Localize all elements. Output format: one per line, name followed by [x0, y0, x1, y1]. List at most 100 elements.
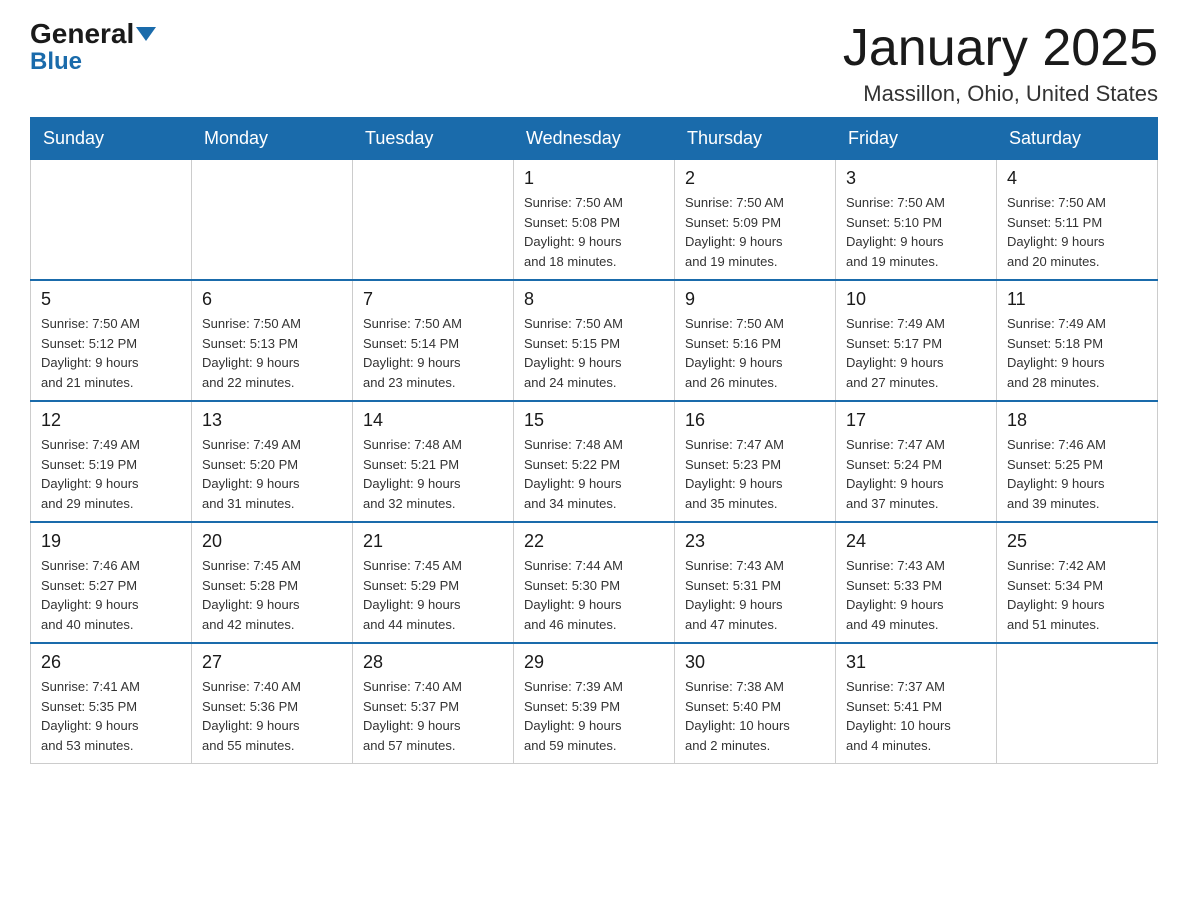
calendar-day-12: 12Sunrise: 7:49 AM Sunset: 5:19 PM Dayli…	[31, 401, 192, 522]
location: Massillon, Ohio, United States	[843, 81, 1158, 107]
calendar-table: SundayMondayTuesdayWednesdayThursdayFrid…	[30, 117, 1158, 764]
day-info: Sunrise: 7:50 AM Sunset: 5:09 PM Dayligh…	[685, 193, 825, 271]
calendar-day-23: 23 Sunrise: 7:43 AM Sunset: 5:31 PM Dayli…	[675, 522, 836, 643]
day-number: 28	[363, 652, 503, 673]
day-info: Sunrise: 7:50 AM Sunset: 5:12 PM Dayligh…	[41, 314, 181, 392]
calendar-empty-cell	[31, 160, 192, 281]
calendar-day-8: 8 Sunrise: 7:50 AM Sunset: 5:15 PM Daylig…	[514, 280, 675, 401]
calendar-day-7: 7 Sunrise: 7:50 AM Sunset: 5:14 PM Daylig…	[353, 280, 514, 401]
day-info: Sunrise: 7:45 AM Sunset: 5:28 PM Dayligh…	[202, 556, 342, 634]
day-number: 20	[202, 531, 342, 552]
day-number: 12	[41, 410, 181, 431]
calendar-header-sunday: Sunday	[31, 118, 192, 160]
day-number: 2	[685, 168, 825, 189]
day-info: Sunrise: 7:48 AM Sunset: 5:22 PM Dayligh…	[524, 435, 664, 513]
title-block: January 2025 Massillon, Ohio, United Sta…	[843, 20, 1158, 107]
day-info: Sunrise: 7:37 AM Sunset: 5:41 PM Dayligh…	[846, 677, 986, 755]
calendar-header-saturday: Saturday	[997, 118, 1158, 160]
calendar-day-16: 16Sunrise: 7:47 AM Sunset: 5:23 PM Dayli…	[675, 401, 836, 522]
day-number: 3	[846, 168, 986, 189]
day-number: 21	[363, 531, 503, 552]
day-number: 29	[524, 652, 664, 673]
day-number: 16	[685, 410, 825, 431]
day-number: 23	[685, 531, 825, 552]
day-number: 26	[41, 652, 181, 673]
day-info: Sunrise: 7:50 AM Sunset: 5:15 PM Dayligh…	[524, 314, 664, 392]
calendar-day-21: 21 Sunrise: 7:45 AM Sunset: 5:29 PM Dayli…	[353, 522, 514, 643]
calendar-day-19: 19 Sunrise: 7:46 AM Sunset: 5:27 PM Dayli…	[31, 522, 192, 643]
page-header: General Blue January 2025 Massillon, Ohi…	[30, 20, 1158, 107]
calendar-week-row: 12Sunrise: 7:49 AM Sunset: 5:19 PM Dayli…	[31, 401, 1158, 522]
day-info: Sunrise: 7:38 AM Sunset: 5:40 PM Dayligh…	[685, 677, 825, 755]
day-number: 22	[524, 531, 664, 552]
day-info: Sunrise: 7:50 AM Sunset: 5:14 PM Dayligh…	[363, 314, 503, 392]
calendar-day-10: 10 Sunrise: 7:49 AM Sunset: 5:17 PM Dayli…	[836, 280, 997, 401]
calendar-day-9: 9Sunrise: 7:50 AM Sunset: 5:16 PM Daylig…	[675, 280, 836, 401]
calendar-empty-cell	[192, 160, 353, 281]
calendar-header-tuesday: Tuesday	[353, 118, 514, 160]
calendar-day-13: 13 Sunrise: 7:49 AM Sunset: 5:20 PM Dayli…	[192, 401, 353, 522]
day-info: Sunrise: 7:49 AM Sunset: 5:20 PM Dayligh…	[202, 435, 342, 513]
day-number: 5	[41, 289, 181, 310]
day-number: 7	[363, 289, 503, 310]
day-number: 4	[1007, 168, 1147, 189]
day-number: 31	[846, 652, 986, 673]
calendar-day-1: 1 Sunrise: 7:50 AM Sunset: 5:08 PM Daylig…	[514, 160, 675, 281]
day-info: Sunrise: 7:49 AM Sunset: 5:17 PM Dayligh…	[846, 314, 986, 392]
calendar-day-15: 15 Sunrise: 7:48 AM Sunset: 5:22 PM Dayli…	[514, 401, 675, 522]
calendar-day-3: 3Sunrise: 7:50 AM Sunset: 5:10 PM Daylig…	[836, 160, 997, 281]
day-info: Sunrise: 7:50 AM Sunset: 5:11 PM Dayligh…	[1007, 193, 1147, 271]
calendar-empty-cell	[353, 160, 514, 281]
day-info: Sunrise: 7:44 AM Sunset: 5:30 PM Dayligh…	[524, 556, 664, 634]
day-info: Sunrise: 7:50 AM Sunset: 5:08 PM Dayligh…	[524, 193, 664, 271]
day-info: Sunrise: 7:47 AM Sunset: 5:24 PM Dayligh…	[846, 435, 986, 513]
calendar-day-20: 20 Sunrise: 7:45 AM Sunset: 5:28 PM Dayli…	[192, 522, 353, 643]
day-info: Sunrise: 7:45 AM Sunset: 5:29 PM Dayligh…	[363, 556, 503, 634]
day-number: 19	[41, 531, 181, 552]
calendar-header-wednesday: Wednesday	[514, 118, 675, 160]
day-number: 13	[202, 410, 342, 431]
calendar-day-6: 6 Sunrise: 7:50 AM Sunset: 5:13 PM Daylig…	[192, 280, 353, 401]
day-number: 30	[685, 652, 825, 673]
calendar-day-11: 11Sunrise: 7:49 AM Sunset: 5:18 PM Dayli…	[997, 280, 1158, 401]
day-info: Sunrise: 7:46 AM Sunset: 5:25 PM Dayligh…	[1007, 435, 1147, 513]
calendar-day-22: 22 Sunrise: 7:44 AM Sunset: 5:30 PM Dayli…	[514, 522, 675, 643]
day-info: Sunrise: 7:41 AM Sunset: 5:35 PM Dayligh…	[41, 677, 181, 755]
day-number: 15	[524, 410, 664, 431]
day-number: 25	[1007, 531, 1147, 552]
day-info: Sunrise: 7:39 AM Sunset: 5:39 PM Dayligh…	[524, 677, 664, 755]
day-number: 6	[202, 289, 342, 310]
calendar-header-friday: Friday	[836, 118, 997, 160]
calendar-empty-cell	[997, 643, 1158, 764]
day-number: 9	[685, 289, 825, 310]
calendar-day-2: 2 Sunrise: 7:50 AM Sunset: 5:09 PM Daylig…	[675, 160, 836, 281]
calendar-day-25: 25 Sunrise: 7:42 AM Sunset: 5:34 PM Dayli…	[997, 522, 1158, 643]
calendar-day-17: 17Sunrise: 7:47 AM Sunset: 5:24 PM Dayli…	[836, 401, 997, 522]
calendar-header-monday: Monday	[192, 118, 353, 160]
day-number: 10	[846, 289, 986, 310]
day-number: 24	[846, 531, 986, 552]
calendar-day-24: 24 Sunrise: 7:43 AM Sunset: 5:33 PM Dayli…	[836, 522, 997, 643]
day-info: Sunrise: 7:46 AM Sunset: 5:27 PM Dayligh…	[41, 556, 181, 634]
calendar-day-27: 27Sunrise: 7:40 AM Sunset: 5:36 PM Dayli…	[192, 643, 353, 764]
calendar-day-14: 14Sunrise: 7:48 AM Sunset: 5:21 PM Dayli…	[353, 401, 514, 522]
month-title: January 2025	[843, 20, 1158, 77]
day-info: Sunrise: 7:43 AM Sunset: 5:31 PM Dayligh…	[685, 556, 825, 634]
day-info: Sunrise: 7:50 AM Sunset: 5:13 PM Dayligh…	[202, 314, 342, 392]
day-info: Sunrise: 7:42 AM Sunset: 5:34 PM Dayligh…	[1007, 556, 1147, 634]
logo-blue: Blue	[30, 50, 82, 74]
calendar-day-28: 28Sunrise: 7:40 AM Sunset: 5:37 PM Dayli…	[353, 643, 514, 764]
calendar-header-row: SundayMondayTuesdayWednesdayThursdayFrid…	[31, 118, 1158, 160]
calendar-day-26: 26 Sunrise: 7:41 AM Sunset: 5:35 PM Dayli…	[31, 643, 192, 764]
day-number: 11	[1007, 289, 1147, 310]
day-number: 1	[524, 168, 664, 189]
day-info: Sunrise: 7:43 AM Sunset: 5:33 PM Dayligh…	[846, 556, 986, 634]
day-number: 8	[524, 289, 664, 310]
calendar-day-30: 30 Sunrise: 7:38 AM Sunset: 5:40 PM Dayli…	[675, 643, 836, 764]
calendar-week-row: 26 Sunrise: 7:41 AM Sunset: 5:35 PM Dayli…	[31, 643, 1158, 764]
day-number: 18	[1007, 410, 1147, 431]
logo-general: General	[30, 20, 156, 48]
logo: General Blue	[30, 20, 156, 74]
calendar-day-31: 31 Sunrise: 7:37 AM Sunset: 5:41 PM Dayli…	[836, 643, 997, 764]
calendar-day-18: 18 Sunrise: 7:46 AM Sunset: 5:25 PM Dayli…	[997, 401, 1158, 522]
